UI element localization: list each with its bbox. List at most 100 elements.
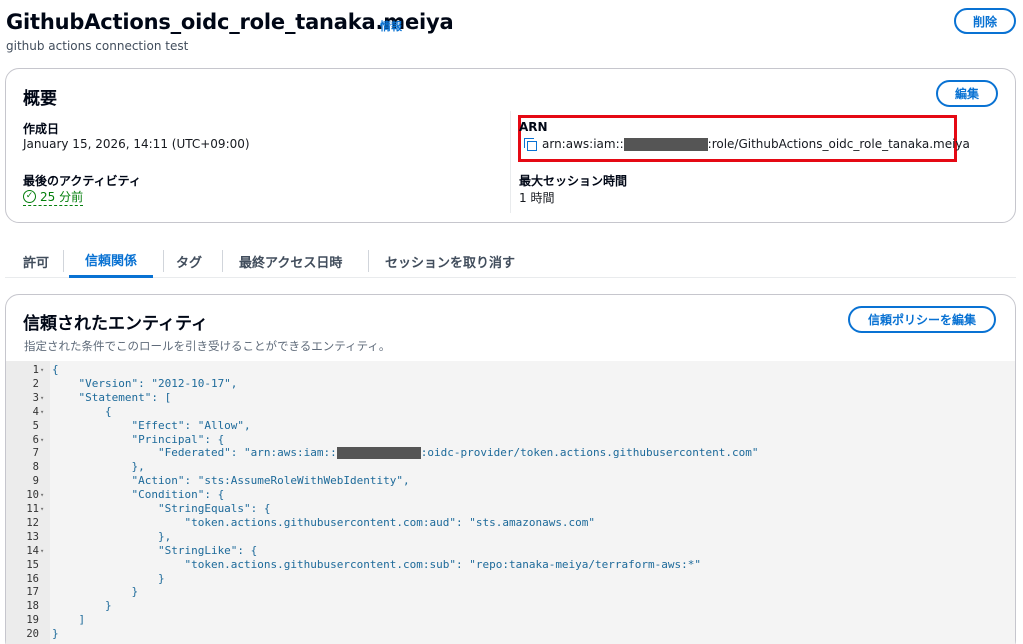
code-text: "Statement": [	[52, 391, 171, 405]
code-text: "StringEquals": {	[52, 502, 271, 516]
code-segment: }	[52, 571, 165, 585]
code-segment: "StringEquals": {	[52, 502, 271, 515]
role-description: github actions connection test	[6, 39, 189, 53]
code-segment: }	[52, 599, 112, 613]
tab-last-accessed[interactable]: 最終アクセス日時	[239, 244, 342, 278]
policy-code-editor[interactable]: 1 ▾{2 "Version": "2012-10-17", 3 ▾ "Stateme…	[6, 361, 1015, 644]
line-number: 14	[26, 544, 39, 557]
arn-suffix: :role/GithubActions_oidc_role_tanaka.mei…	[707, 137, 970, 151]
line-number: 19	[26, 614, 39, 627]
code-segment: ]	[52, 613, 86, 627]
edit-button[interactable]: 編集	[936, 80, 998, 107]
edit-trust-policy-button[interactable]: 信頼ポリシーを編集	[848, 306, 996, 333]
code-text: {	[52, 405, 112, 419]
page-header: GithubActions_oidc_role_tanaka.meiya 情報 …	[6, 8, 1016, 58]
line-number: 10	[26, 489, 39, 502]
max-session-label: 最大セッション時間	[519, 174, 628, 188]
fold-toggle-icon[interactable]: ▾	[40, 405, 44, 419]
line-number: 3	[32, 391, 39, 404]
code-segment: "Statement": [	[52, 390, 172, 404]
code-text: "Principal": {	[52, 433, 224, 447]
tab-bar: 許可 信頼関係 タグ 最終アクセス日時 セッションを取り消す	[5, 244, 1016, 278]
last-activity-label: 最後のアクティビティ	[23, 174, 141, 188]
arn-label: ARN	[519, 120, 548, 134]
line-number: 13	[26, 530, 39, 543]
code-segment: "Action": "sts:AssumeRoleWithWebIdentity…	[52, 474, 410, 488]
fold-toggle-icon[interactable]: ▾	[40, 502, 44, 516]
code-line: 1 ▾ {	[6, 363, 1015, 377]
code-text: "Action": "sts:AssumeRoleWithWebIdentity…	[52, 474, 410, 488]
code-segment: },	[52, 460, 145, 474]
line-number: 9	[32, 475, 39, 488]
code-line: 15 "token.actions.githubusercontent.com:…	[6, 558, 1015, 572]
trusted-entities-panel: 信頼されたエンティティ 指定された条件でこのロールを引き受けることができるエンテ…	[5, 294, 1016, 644]
fold-toggle-icon[interactable]: ▾	[40, 488, 44, 502]
code-text: ]	[52, 613, 85, 627]
summary-title: 概要	[23, 89, 57, 109]
line-number: 5	[32, 419, 39, 432]
trusted-entities-description: 指定された条件でこのロールを引き受けることができるエンティティ。	[24, 339, 391, 353]
code-text: "StringLike": {	[52, 544, 257, 558]
tab-permissions[interactable]: 許可	[23, 244, 49, 278]
tab-revoke-sessions[interactable]: セッションを取り消す	[385, 244, 515, 278]
line-number: 7	[32, 447, 39, 460]
delete-button[interactable]: 削除	[954, 8, 1016, 34]
code-segment: "Principal": {	[52, 432, 225, 446]
code-text: "token.actions.githubusercontent.com:aud…	[52, 516, 595, 530]
code-text: {	[52, 363, 59, 377]
line-number: 2	[32, 377, 39, 390]
code-line: 7 "Federated": "arn:aws:iam:::oidc-provi…	[6, 446, 1015, 460]
info-link[interactable]: 情報	[380, 18, 402, 34]
code-segment: }	[52, 627, 59, 641]
created-label: 作成日	[23, 122, 60, 136]
fold-toggle-icon[interactable]: ▾	[40, 544, 44, 558]
line-number: 11	[26, 503, 39, 515]
code-segment: }	[52, 585, 139, 599]
code-text: }	[52, 572, 165, 586]
redacted-account-id	[623, 138, 708, 151]
last-activity-value[interactable]: ✓ 25 分前	[23, 188, 84, 206]
line-number: 6	[32, 433, 39, 446]
code-segment: "token.actions.githubusercontent.com:sub…	[52, 557, 702, 571]
fold-toggle-icon[interactable]: ▾	[40, 391, 44, 405]
code-segment: "StringLike": {	[52, 543, 258, 557]
code-text: }	[52, 585, 138, 599]
code-text: "Condition": {	[52, 488, 224, 502]
code-line: 5 "Effect": "Allow",	[6, 419, 1015, 433]
tab-divider	[222, 250, 223, 272]
code-line: 20}	[6, 627, 1015, 641]
tab-trust-relationships[interactable]: 信頼関係	[69, 244, 154, 278]
code-segment: },	[52, 529, 172, 543]
code-line: 8 },	[6, 460, 1015, 474]
summary-panel: 概要 編集 作成日 January 15, 2026, 14:11 (UTC+0…	[5, 68, 1016, 223]
code-segment: {	[52, 363, 59, 376]
line-number: 18	[26, 600, 39, 613]
check-circle-icon: ✓	[23, 190, 36, 203]
code-line: 2 "Version": "2012-10-17",	[6, 377, 1015, 391]
line-number: 15	[26, 558, 39, 571]
code-segment: {	[52, 404, 112, 418]
code-segment: :oidc-provider/token.actions.githubuserc…	[420, 446, 759, 460]
code-line: 14 ▾ "StringLike": {	[6, 544, 1015, 558]
code-line: 10 ▾ "Condition": {	[6, 488, 1015, 502]
fold-toggle-icon[interactable]: ▾	[40, 433, 44, 447]
line-number: 12	[26, 516, 39, 529]
code-text: "token.actions.githubusercontent.com:sub…	[52, 558, 701, 572]
arn-value: arn:aws:iam:::role/GithubActions_oidc_ro…	[542, 137, 970, 151]
fold-toggle-icon[interactable]: ▾	[40, 363, 44, 377]
copy-icon[interactable]	[524, 138, 538, 152]
code-line: 19 ]	[6, 613, 1015, 627]
code-segment: "Condition": {	[52, 488, 225, 502]
arn-prefix: arn:aws:iam::	[542, 137, 624, 151]
tab-divider	[63, 250, 64, 272]
code-segment: "Version": "2012-10-17",	[52, 376, 238, 390]
code-line: 11 ▾ "StringEquals": {	[6, 502, 1015, 516]
tab-tags[interactable]: タグ	[176, 244, 202, 278]
code-line: 9 "Action": "sts:AssumeRoleWithWebIdenti…	[6, 474, 1015, 488]
line-number: 8	[32, 461, 39, 474]
code-text: "Version": "2012-10-17",	[52, 377, 237, 391]
line-number: 20	[26, 628, 39, 641]
code-line: 17 }	[6, 585, 1015, 599]
code-line: 4 ▾ {	[6, 405, 1015, 419]
line-number: 16	[26, 572, 39, 585]
